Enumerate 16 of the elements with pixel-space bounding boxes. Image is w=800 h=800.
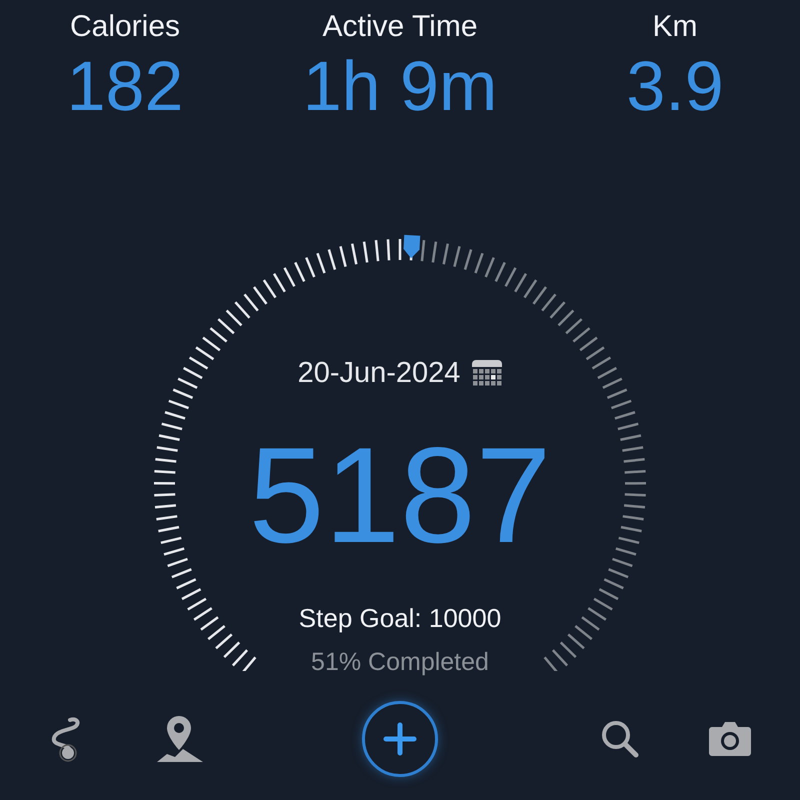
calendar-icon[interactable] [472,359,502,387]
stat-label: Calories [70,9,180,45]
completion-text: 51% Completed [311,647,489,678]
stat-label: Active Time [322,9,478,45]
stat-label: Km [652,9,698,45]
step-goal: Step Goal: 10000 [298,602,502,635]
stat-value: 3.9 [626,46,724,126]
step-count: 5187 [248,420,552,570]
date-text: 20-Jun-2024 [298,356,460,390]
stat-value: 1h 9m [302,46,498,126]
camera-icon[interactable] [708,721,752,757]
plus-icon [383,722,417,756]
add-button[interactable] [362,701,438,777]
stat-value: 182 [66,46,184,126]
search-icon[interactable] [600,719,640,759]
map-pin-icon[interactable] [155,714,205,764]
